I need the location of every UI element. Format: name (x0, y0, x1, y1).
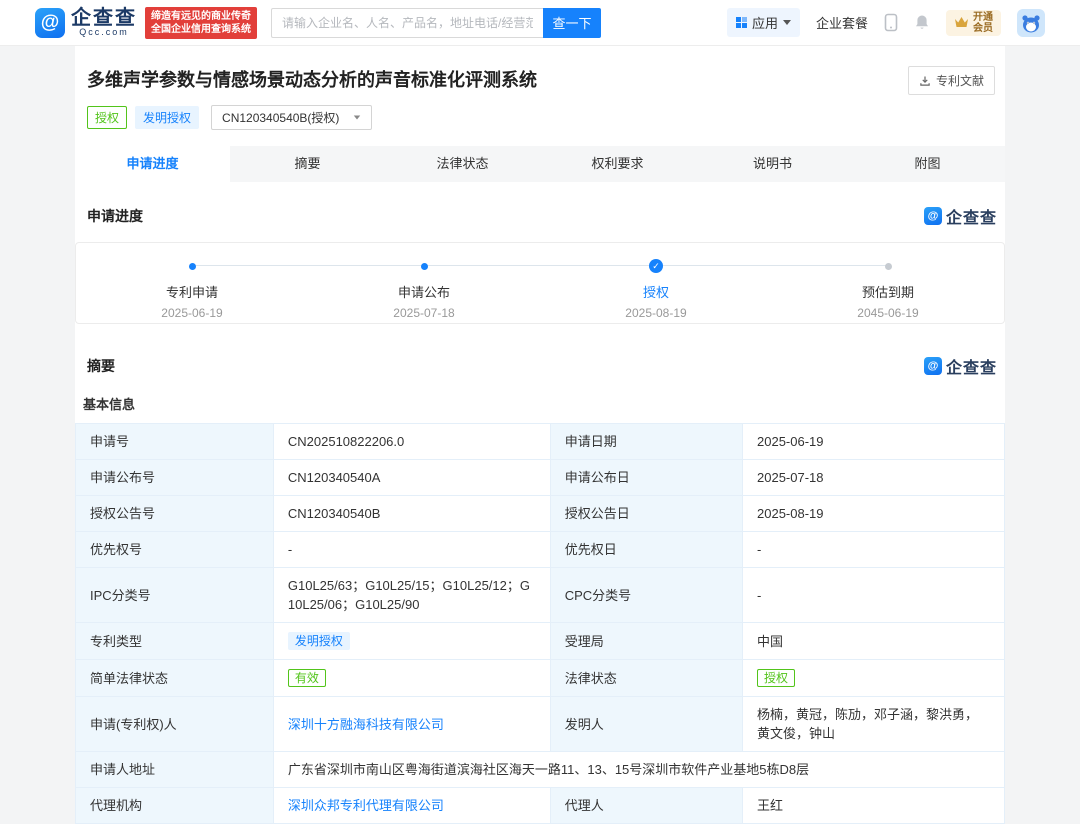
timeline-node-expiry: 预估到期 2045-06-19 (772, 259, 1004, 320)
table-row: 简单法律状态 有效 法律状态 授权 (76, 660, 1005, 697)
qcc-watermark-icon: @ (924, 357, 942, 375)
bell-icon[interactable] (914, 14, 930, 31)
download-icon (919, 75, 931, 87)
table-row: 申请公布号 CN120340540A 申请公布日 2025-07-18 (76, 460, 1005, 496)
patent-tag-row: 授权 发明授权 CN120340540B(授权) (87, 105, 993, 130)
table-row: 申请人地址 广东省深圳市南山区粤海街道滨海社区海天一路11、13、15号深圳市软… (76, 752, 1005, 788)
penguin-mascot-icon (1020, 12, 1042, 34)
detail-tabs: 申请进度 摘要 法律状态 权利要求 说明书 附图 (75, 146, 1005, 182)
timeline-dot (189, 263, 196, 270)
abstract-section-title: 摘要 (87, 356, 115, 376)
enterprise-plan-link[interactable]: 企业套餐 (816, 13, 868, 32)
patent-doc-button[interactable]: 专利文献 (908, 66, 995, 95)
vip-crown-icon (954, 16, 969, 29)
tab-drawings[interactable]: 附图 (850, 146, 1005, 182)
user-avatar[interactable] (1017, 9, 1045, 37)
qcc-watermark: @ 企查查 (924, 204, 997, 228)
search-bar: 查一下 (271, 8, 601, 38)
tab-legal-status[interactable]: 法律状态 (385, 146, 540, 182)
timeline-node-filing: 专利申请 2025-06-19 (76, 259, 308, 320)
progress-timeline: 专利申请 2025-06-19 申请公布 2025-07-18 ✓ 授权 202… (75, 242, 1005, 324)
qcc-logo-text: 企查查 Qcc.com (71, 8, 137, 37)
search-input[interactable] (271, 8, 543, 38)
granted-status-tag: 授权 (87, 106, 127, 129)
timeline-dot (421, 263, 428, 270)
tab-claims[interactable]: 权利要求 (540, 146, 695, 182)
patent-number-select[interactable]: CN120340540B(授权) (211, 105, 372, 130)
granted-status-tag: 授权 (757, 669, 795, 687)
table-row: IPC分类号 G10L25/63；G10L25/15；G10L25/12；G10… (76, 568, 1005, 623)
tab-application-progress[interactable]: 申请进度 (75, 146, 230, 182)
timeline-dot-current-check-icon: ✓ (649, 259, 663, 273)
apps-menu-label: 应用 (752, 13, 778, 32)
basic-info-table: 申请号 CN202510822206.0 申请日期 2025-06-19 申请公… (75, 423, 1005, 824)
tab-abstract[interactable]: 摘要 (230, 146, 385, 182)
qcc-watermark: @ 企查查 (924, 354, 997, 378)
table-row: 专利类型 发明授权 受理局 中国 (76, 623, 1005, 660)
abstract-section: 摘要 @ 企查查 基本信息 申请号 CN202510822206.0 申请日期 … (75, 324, 1005, 824)
basic-info-subtitle: 基本信息 (75, 378, 1005, 423)
application-progress-section: 申请进度 @ 企查查 专利申请 2025-06-19 申请公布 2025-07-… (75, 182, 1005, 324)
qcc-watermark-icon: @ (924, 207, 942, 225)
table-row: 代理机构 深圳众邦专利代理有限公司 代理人 王红 (76, 788, 1005, 824)
applicant-company-link[interactable]: 深圳十方融海科技有限公司 (288, 717, 444, 732)
slogan-badge: 缔造有远见的商业传奇 全国企业信用查询系统 (145, 7, 257, 39)
top-header: @ 企查查 Qcc.com 缔造有远见的商业传奇 全国企业信用查询系统 查一下 … (0, 0, 1080, 46)
qcc-logo-icon: @ (35, 8, 65, 38)
chevron-down-icon (783, 20, 791, 25)
patent-header-section: 多维声学参数与情感场景动态分析的声音标准化评测系统 专利文献 授权 发明授权 C… (75, 46, 1005, 146)
progress-section-title: 申请进度 (87, 206, 143, 226)
valid-status-tag: 有效 (288, 669, 326, 687)
qcc-logo[interactable]: @ 企查查 Qcc.com 缔造有远见的商业传奇 全国企业信用查询系统 (35, 7, 257, 39)
tab-description[interactable]: 说明书 (695, 146, 850, 182)
agency-link[interactable]: 深圳众邦专利代理有限公司 (288, 798, 444, 813)
chevron-down-icon (354, 116, 360, 120)
vip-upgrade-button[interactable]: 开通会员 (946, 10, 1001, 36)
table-row: 申请(专利权)人 深圳十方融海科技有限公司 发明人 杨楠，黄冠，陈劢，邓子涵，黎… (76, 697, 1005, 752)
content-card: 多维声学参数与情感场景动态分析的声音标准化评测系统 专利文献 授权 发明授权 C… (75, 46, 1005, 824)
patent-title: 多维声学参数与情感场景动态分析的声音标准化评测系统 (87, 68, 993, 92)
table-row: 申请号 CN202510822206.0 申请日期 2025-06-19 (76, 424, 1005, 460)
patent-type-tag: 发明授权 (135, 106, 199, 129)
timeline-node-publication: 申请公布 2025-07-18 (308, 259, 540, 320)
patent-type-tag: 发明授权 (288, 632, 350, 650)
apps-grid-icon (736, 17, 747, 28)
table-row: 优先权号 - 优先权日 - (76, 532, 1005, 568)
mobile-app-icon[interactable] (884, 13, 898, 32)
timeline-dot (885, 263, 892, 270)
top-nav: 应用 企业套餐 开通会员 (727, 8, 1045, 37)
table-row: 授权公告号 CN120340540B 授权公告日 2025-08-19 (76, 496, 1005, 532)
timeline-node-grant: ✓ 授权 2025-08-19 (540, 259, 772, 320)
apps-menu[interactable]: 应用 (727, 8, 800, 37)
search-button[interactable]: 查一下 (543, 8, 601, 38)
